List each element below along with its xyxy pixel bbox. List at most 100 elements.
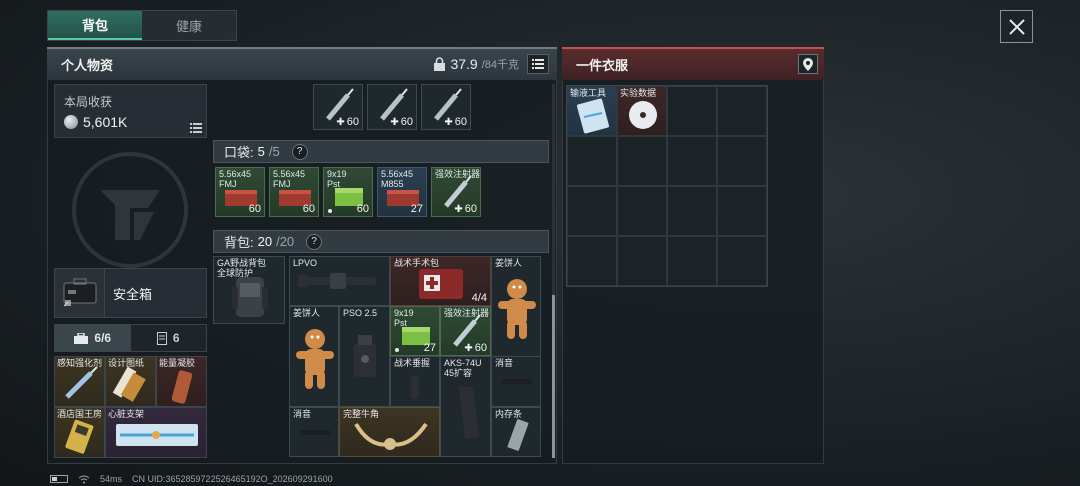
empty-slot[interactable] (717, 186, 767, 236)
item-quantity: 60 (356, 203, 369, 215)
tab-safe-box-items[interactable]: 6/6 (55, 325, 131, 351)
status-dot (328, 209, 332, 213)
backpack-section-header: 背包: 20/20 ? (213, 230, 549, 253)
item-label: 酒店国王房 (57, 409, 103, 419)
income-label: 本局收获 (64, 95, 113, 109)
item-name: 姜饼人 (293, 308, 321, 318)
empty-slot[interactable] (567, 186, 617, 236)
item-pso-scope[interactable]: PSO 2.5 (339, 306, 390, 407)
item-label: 感知强化剂 (57, 358, 103, 368)
empty-slot[interactable] (717, 236, 767, 286)
item-quantity: 4/4 (471, 292, 487, 304)
backpack-help-button[interactable]: ? (306, 233, 323, 250)
list-icon (532, 59, 544, 69)
close-button[interactable] (1000, 10, 1033, 43)
item-name: 5.56x45 FMJ (219, 169, 252, 189)
equipped-backpack-slot[interactable]: GA野战背包 全球防护 (213, 256, 285, 324)
container-item-experiment-data[interactable]: 实验数据 (617, 86, 667, 136)
pocket-label: 口袋: (224, 145, 254, 160)
container-grid: 输液工具 实验数据 (566, 85, 768, 287)
top-tabs: 背包 健康 (47, 10, 237, 41)
item-label: 设计图纸 (108, 358, 145, 368)
item-quantity: 60 (302, 203, 315, 215)
ping-value: 54ms (100, 474, 123, 484)
item-name: 9x19 Pst (327, 169, 347, 189)
item-name: 5.56x45 M855 (381, 169, 414, 189)
safe-box-slot[interactable]: 安全箱 (54, 268, 207, 318)
item-suppressor[interactable]: 消音 (289, 407, 339, 457)
backpack-label: 背包: (224, 235, 254, 250)
item-suppressor[interactable]: 消音 (491, 356, 541, 407)
empty-slot[interactable] (667, 236, 717, 286)
empty-slot[interactable] (617, 186, 667, 236)
safe-item-heart-stent[interactable]: 心脏支架 (105, 407, 207, 458)
item-quantity: 27 (423, 342, 436, 354)
pocket-item-ammo-fmj[interactable]: 5.56x45 FMJ 60 (269, 167, 319, 217)
pocket-item-ammo-fmj[interactable]: 5.56x45 FMJ 60 (215, 167, 265, 217)
container-item-infusion-kit[interactable]: 输液工具 (567, 86, 617, 136)
empty-slot[interactable] (567, 236, 617, 286)
emblem-logo (72, 152, 188, 268)
tab-locker[interactable]: 6 (130, 325, 206, 351)
empty-slot[interactable] (667, 186, 717, 236)
item-strong-injector[interactable]: 60 (367, 84, 417, 130)
pocket-count: 5 (257, 144, 265, 159)
empty-slot[interactable] (617, 136, 667, 186)
empty-slot[interactable] (617, 236, 667, 286)
item-quantity: 60 (336, 116, 359, 128)
item-name: 强效注射器 (444, 308, 490, 318)
item-quantity: 60 (390, 116, 413, 128)
empty-slot[interactable] (667, 86, 717, 136)
item-label: 能量凝胶 (159, 358, 196, 368)
pocket-item-ammo-9x19[interactable]: 9x19 Pst 60 (323, 167, 373, 217)
item-ammo-9x19[interactable]: 9x19 Pst 27 (390, 306, 440, 356)
item-name: AKS-74U 45扩容 (444, 358, 482, 378)
sort-list-button[interactable] (527, 54, 549, 74)
item-quantity: 27 (410, 203, 423, 215)
safe-item-blueprint[interactable]: 设计图纸 (105, 356, 156, 407)
item-tactical-foregrip[interactable]: 战术垂握 (390, 356, 440, 407)
item-lpvo-scope[interactable]: LPVO (289, 256, 390, 306)
empty-slot[interactable] (717, 136, 767, 186)
item-gingerbread-man[interactable]: 姜饼人 (289, 306, 339, 407)
safe-item-hotel-king-room[interactable]: 酒店国王房 (54, 407, 105, 458)
item-aks74u-magazine[interactable]: AKS-74U 45扩容 (440, 356, 491, 457)
item-name: 5.56x45 FMJ (273, 169, 306, 189)
weight-lock-icon (434, 57, 446, 71)
item-memory-stick[interactable]: 内存条 (491, 407, 541, 457)
pocket-help-button[interactable]: ? (291, 143, 308, 160)
status-dot (395, 348, 399, 352)
item-strong-injector[interactable]: 60 (313, 84, 363, 130)
empty-slot[interactable] (667, 136, 717, 186)
scrollbar-thumb[interactable] (552, 295, 555, 458)
pocket-item-ammo-m855[interactable]: 5.56x45 M855 27 (377, 167, 427, 217)
coin-icon (64, 115, 78, 129)
safe-box-label: 安全箱 (113, 286, 153, 302)
backpack-max: /20 (276, 234, 295, 249)
item-complete-horn[interactable]: 完整牛角 (339, 407, 440, 457)
location-button[interactable] (798, 54, 818, 74)
item-tactical-surgery-kit[interactable]: 战术手术包 4/4 (390, 256, 491, 306)
briefcase-icon (74, 332, 89, 344)
income-box[interactable]: 本局收获 5,601K (54, 84, 207, 138)
location-pin-icon (803, 57, 813, 71)
empty-slot[interactable] (717, 86, 767, 136)
item-name: 战术垂握 (394, 358, 431, 368)
item-name: 消音 (495, 358, 514, 368)
container-header: 一件衣服 (562, 47, 824, 80)
inventory-scroll-area[interactable]: 60 60 60 口袋: 5/5 ? 5.56x45 FMJ 60 5.56x4… (211, 84, 551, 458)
empty-slot[interactable] (567, 136, 617, 186)
list-icon (190, 123, 202, 133)
weight-indicator: 37.9/84千克 (433, 56, 519, 72)
item-gingerbread-man[interactable]: 姜饼人 (491, 256, 541, 357)
pocket-section-header: 口袋: 5/5 ? (213, 140, 549, 163)
item-strong-injector[interactable]: 强效注射器 60 (440, 306, 491, 356)
pocket-item-strong-injector[interactable]: 强效注射器 60 (431, 167, 481, 217)
safe-item-energy-gel[interactable]: 能量凝胶 (156, 356, 207, 407)
item-name: 姜饼人 (495, 258, 523, 268)
safe-item-perception-booster[interactable]: 感知强化剂 (54, 356, 105, 407)
weight-current: 37.9 (450, 56, 478, 72)
tab-health[interactable]: 健康 (142, 11, 236, 40)
item-strong-injector[interactable]: 60 (421, 84, 471, 130)
tab-backpack[interactable]: 背包 (48, 11, 142, 40)
